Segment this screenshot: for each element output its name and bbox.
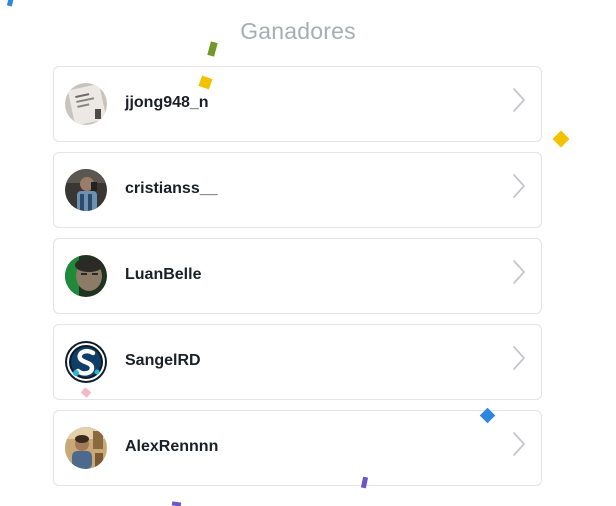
winner-username: jjong948_n	[125, 94, 209, 111]
winners-page: Ganadores jjong948_n cristianss__ LuanBe…	[0, 0, 616, 506]
winner-username: LuanBelle	[125, 266, 202, 283]
mirror-selfie-avatar-icon	[65, 169, 107, 211]
chevron-right-icon	[511, 430, 527, 458]
winners-list: jjong948_n cristianss__ LuanBelle Sangel…	[53, 66, 542, 496]
winner-username: SangelRD	[125, 352, 201, 369]
winner-username: AlexRennnn	[125, 438, 219, 455]
confetti-piece	[171, 501, 182, 506]
winner-username: cristianss__	[125, 180, 218, 197]
winner-card[interactable]: cristianss__	[53, 152, 542, 228]
face-green-avatar-icon	[65, 255, 107, 297]
winner-card[interactable]: jjong948_n	[53, 66, 542, 142]
person-room-avatar-icon	[65, 427, 107, 469]
letter-s-logo-avatar-icon	[65, 341, 107, 383]
confetti-piece	[6, 0, 15, 7]
winner-card[interactable]: LuanBelle	[53, 238, 542, 314]
winner-card[interactable]: AlexRennnn	[53, 410, 542, 486]
chevron-right-icon	[511, 86, 527, 114]
chevron-right-icon	[511, 172, 527, 200]
paper-note-avatar-icon	[65, 83, 107, 125]
chevron-right-icon	[511, 258, 527, 286]
chevron-right-icon	[511, 344, 527, 372]
confetti-piece	[552, 130, 570, 148]
page-title: Ganadores	[240, 18, 356, 44]
winner-card[interactable]: SangelRD	[53, 324, 542, 400]
